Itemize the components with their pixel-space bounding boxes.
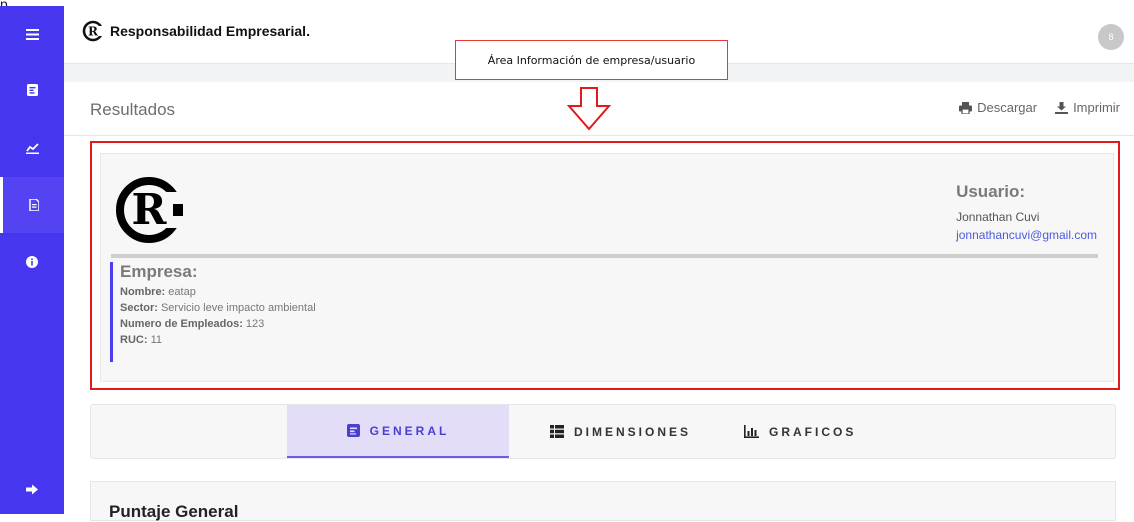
sidebar-item-info[interactable] <box>0 234 64 290</box>
annotation-highlight-frame <box>90 141 1120 390</box>
document-icon <box>28 199 39 211</box>
info-icon <box>26 256 38 268</box>
chart-line-icon <box>25 142 39 154</box>
sidebar-item-results[interactable] <box>0 177 64 233</box>
form-icon <box>346 424 360 437</box>
form-icon <box>26 84 38 96</box>
annotation-arrow-icon <box>566 87 612 131</box>
download-button[interactable]: Descargar <box>959 100 1037 115</box>
score-title: Puntaje General <box>109 502 239 521</box>
bar-chart-icon <box>744 425 759 438</box>
brand-name: Responsabilidad Empresarial. <box>110 23 310 39</box>
annotation-label: Área Información de empresa/usuario <box>455 40 728 80</box>
list-icon <box>549 425 564 438</box>
sidebar <box>0 6 64 514</box>
results-tabs: GENERAL DIMENSIONES GRAFICOS <box>90 404 1116 459</box>
tab-dimensiones[interactable]: DIMENSIONES <box>509 405 732 458</box>
printer-icon <box>959 101 973 114</box>
page-title: Resultados <box>90 100 176 119</box>
logout-icon <box>25 484 38 494</box>
header-actions: Descargar Imprimir <box>941 100 1120 115</box>
print-label: Imprimir <box>1073 100 1120 115</box>
tab-graficos[interactable]: GRAFICOS <box>732 405 912 458</box>
tab-general[interactable]: GENERAL <box>287 405 509 458</box>
brand[interactable]: R Responsabilidad Empresarial. <box>82 20 310 42</box>
user-avatar[interactable]: 8 <box>1098 24 1124 50</box>
download-icon <box>1055 101 1069 114</box>
logout-button[interactable] <box>0 461 64 517</box>
brand-logo-icon: R <box>82 20 104 42</box>
menu-button[interactable] <box>0 6 64 62</box>
tab-label: GENERAL <box>369 423 450 438</box>
download-label: Descargar <box>977 100 1038 115</box>
svg-text:R: R <box>88 25 99 39</box>
menu-icon <box>25 28 39 40</box>
sidebar-item-form[interactable] <box>0 62 64 118</box>
print-button[interactable]: Imprimir <box>1055 100 1120 115</box>
tab-label: DIMENSIONES <box>573 424 691 439</box>
tab-label: GRAFICOS <box>769 424 857 439</box>
sidebar-item-stats[interactable] <box>0 120 64 176</box>
score-section: Puntaje General <box>90 481 1116 521</box>
